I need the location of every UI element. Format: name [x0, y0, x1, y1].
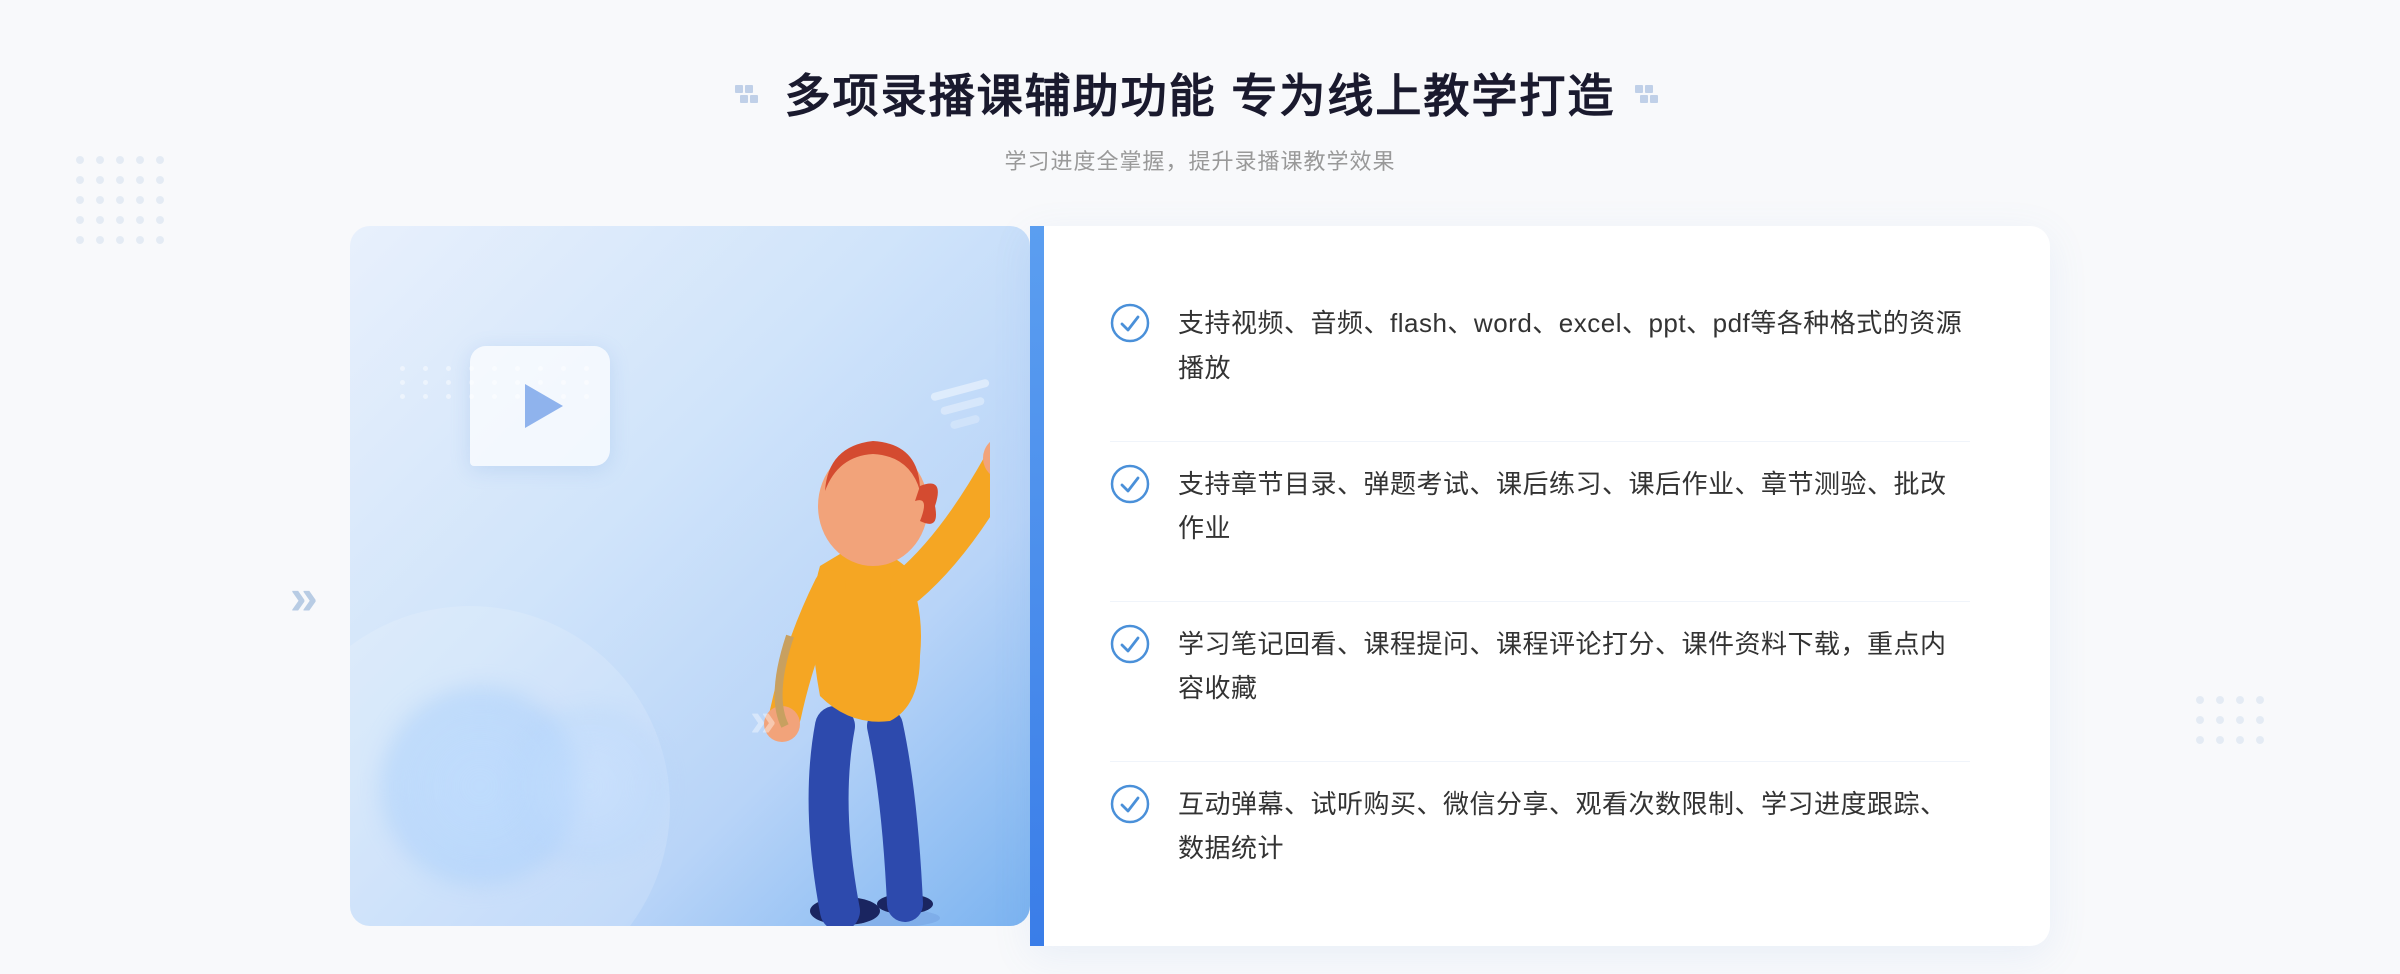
page-container: 多项录播课辅助功能 专为线上教学打造 学习进度全掌握，提升录播课教学效果 » — [0, 0, 2400, 974]
svg-text:»: » — [750, 694, 777, 747]
feature-text-4: 互动弹幕、试听购买、微信分享、观看次数限制、学习进度跟踪、数据统计 — [1178, 782, 1970, 870]
features-panel: 支持视频、音频、flash、word、excel、ppt、pdf等各种格式的资源… — [1030, 226, 2050, 946]
title-decorator-left — [735, 83, 765, 103]
feature-item-4: 互动弹幕、试听购买、微信分享、观看次数限制、学习进度跟踪、数据统计 — [1110, 761, 1970, 890]
feature-item-2: 支持章节目录、弹题考试、课后练习、课后作业、章节测验、批改作业 — [1110, 441, 1970, 570]
main-content: » — [350, 226, 2050, 946]
play-icon — [525, 384, 563, 428]
blue-accent-bar — [1030, 226, 1044, 946]
title-decorator-right — [1635, 83, 1665, 103]
check-circle-icon-3 — [1110, 624, 1150, 664]
check-circle-icon-4 — [1110, 784, 1150, 824]
subtitle: 学习进度全掌握，提升录播课教学效果 — [735, 144, 1666, 176]
blob2 — [510, 706, 670, 866]
feature-item-1: 支持视频、音频、flash、word、excel、ppt、pdf等各种格式的资源… — [1110, 281, 1970, 409]
left-chevron-icon: » — [290, 568, 318, 626]
main-title: 多项录播课辅助功能 专为线上教学打造 — [785, 60, 1616, 126]
check-circle-icon-1 — [1110, 303, 1150, 343]
check-circle-icon-2 — [1110, 464, 1150, 504]
header-section: 多项录播课辅助功能 专为线上教学打造 学习进度全掌握，提升录播课教学效果 — [735, 60, 1666, 176]
title-row: 多项录播课辅助功能 专为线上教学打造 — [735, 60, 1666, 126]
illustration-card: » — [350, 226, 1030, 926]
person-figure: » — [690, 346, 990, 926]
accent-lines — [930, 386, 990, 426]
feature-text-3: 学习笔记回看、课程提问、课程评论打分、课件资料下载，重点内容收藏 — [1178, 622, 1970, 710]
play-bubble — [470, 346, 610, 466]
feature-text-1: 支持视频、音频、flash、word、excel、ppt、pdf等各种格式的资源… — [1178, 301, 1970, 389]
feature-text-2: 支持章节目录、弹题考试、课后练习、课后作业、章节测验、批改作业 — [1178, 462, 1970, 550]
feature-item-3: 学习笔记回看、课程提问、课程评论打分、课件资料下载，重点内容收藏 — [1110, 601, 1970, 730]
